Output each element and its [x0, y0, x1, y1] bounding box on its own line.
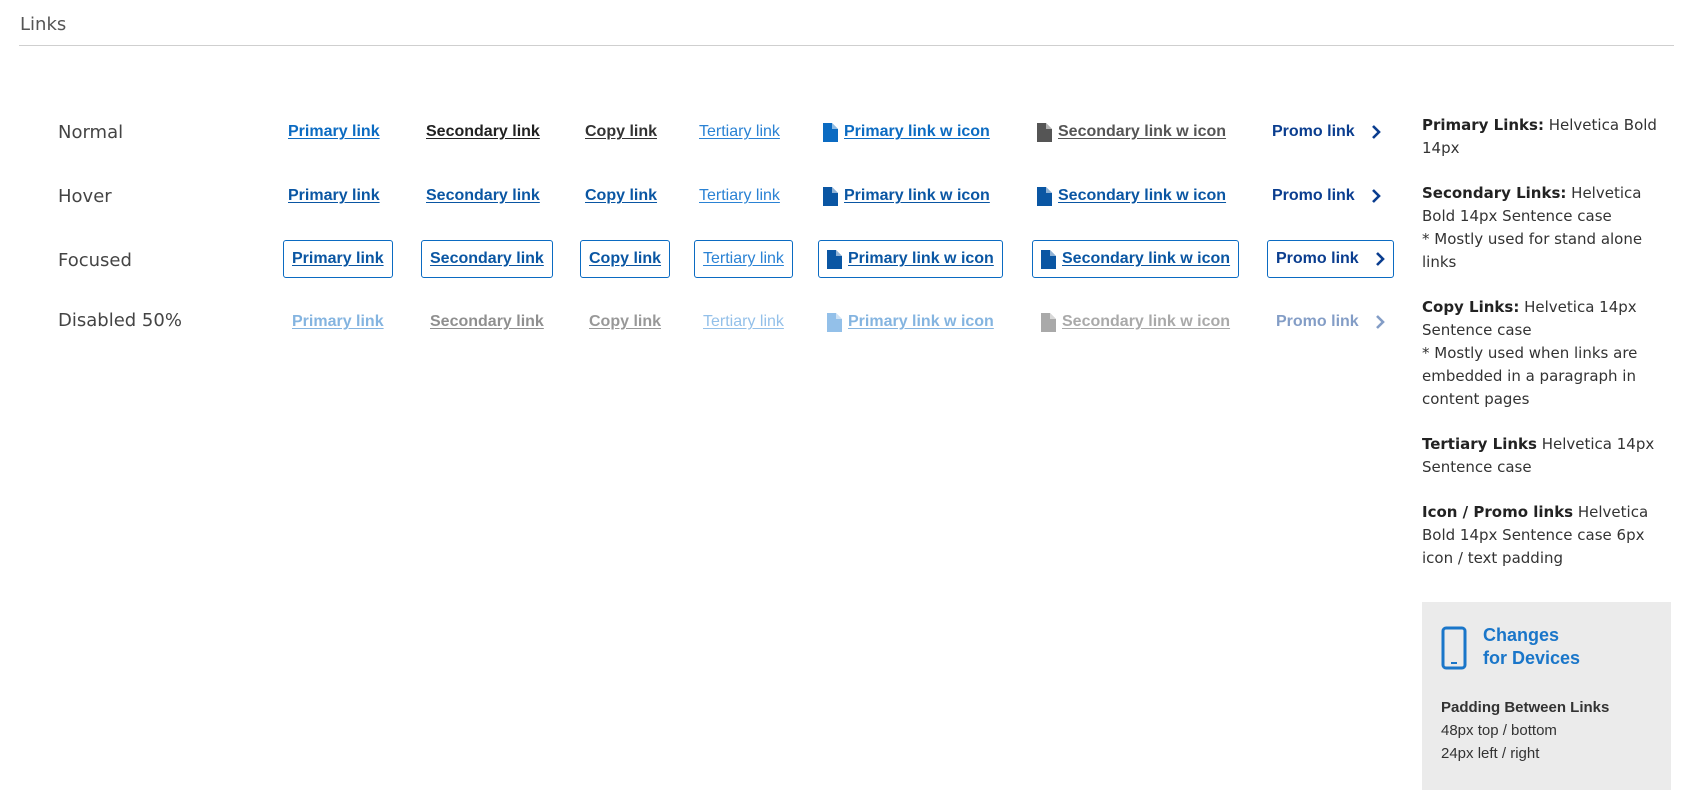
document-icon — [823, 122, 838, 142]
link-label: Promo link — [1276, 250, 1359, 267]
tertiary-link-normal[interactable]: Tertiary link — [699, 122, 780, 142]
link-label: Tertiary link — [703, 313, 784, 330]
link-label: Primary link w icon — [848, 250, 994, 267]
document-icon — [1041, 249, 1056, 269]
tertiary-link-focused[interactable]: Tertiary link — [694, 240, 793, 278]
link-label: Secondary link w icon — [1058, 123, 1227, 140]
link-label: Primary link w icon — [844, 123, 990, 140]
state-label-normal: Normal — [58, 122, 124, 143]
note-label: Icon / Promo links — [1422, 503, 1574, 521]
copy-link-normal[interactable]: Copy link — [585, 122, 657, 142]
state-label-disabled: Disabled 50% — [58, 310, 182, 331]
page-title: Links — [20, 14, 67, 35]
note-label: Copy Links: — [1422, 298, 1520, 316]
link-label: Secondary link — [430, 250, 544, 267]
secondary-icon-link-disabled[interactable]: Secondary link w icon — [1041, 312, 1230, 332]
note-label: Tertiary Links — [1422, 435, 1537, 453]
notes-panel: Primary Links: Helvetica Bold 14px Secon… — [1422, 114, 1672, 592]
primary-link-focused[interactable]: Primary link — [283, 240, 393, 278]
devices-header: Changes for Devices — [1441, 624, 1652, 670]
chevron-right-icon — [1375, 315, 1385, 329]
devices-title-line1: Changes — [1483, 625, 1560, 645]
tertiary-link-disabled[interactable]: Tertiary link — [703, 312, 784, 332]
document-icon — [827, 312, 842, 332]
promo-link-focused[interactable]: Promo link — [1267, 240, 1394, 278]
secondary-icon-link-normal[interactable]: Secondary link w icon — [1037, 122, 1226, 142]
copy-link-hover[interactable]: Copy link — [585, 186, 657, 206]
devices-title-line2: for Devices — [1483, 648, 1581, 668]
primary-icon-link-disabled[interactable]: Primary link w icon — [827, 312, 994, 332]
link-label: Copy link — [589, 313, 662, 330]
secondary-link-hover[interactable]: Secondary link — [426, 186, 540, 206]
document-icon — [827, 249, 842, 269]
chevron-right-icon — [1371, 189, 1381, 203]
secondary-link-normal[interactable]: Secondary link — [426, 122, 540, 142]
devices-subheading: Padding Between Links — [1441, 699, 1610, 716]
link-label: Copy link — [585, 187, 658, 204]
note-extra: * Mostly used when links are embedded in… — [1422, 344, 1638, 408]
chevron-right-icon — [1371, 125, 1381, 139]
link-label: Primary link — [288, 123, 380, 140]
devices-line-1: 48px top / bottom — [1441, 722, 1557, 739]
link-label: Secondary link w icon — [1058, 187, 1227, 204]
devices-title: Changes for Devices — [1483, 624, 1580, 670]
note-icon-promo: Icon / Promo links Helvetica Bold 14px S… — [1422, 501, 1672, 570]
link-label: Promo link — [1272, 123, 1355, 140]
note-copy: Copy Links: Helvetica 14px Sentence case… — [1422, 296, 1672, 411]
secondary-icon-link-focused[interactable]: Secondary link w icon — [1032, 240, 1240, 278]
promo-link-normal[interactable]: Promo link — [1272, 122, 1381, 142]
secondary-link-disabled[interactable]: Secondary link — [430, 312, 544, 332]
link-label: Copy link — [589, 250, 662, 267]
document-icon — [823, 186, 838, 206]
state-label-focused: Focused — [58, 250, 132, 271]
secondary-icon-link-hover[interactable]: Secondary link w icon — [1037, 186, 1226, 206]
note-primary: Primary Links: Helvetica Bold 14px — [1422, 114, 1672, 160]
document-icon — [1041, 312, 1056, 332]
link-label: Secondary link w icon — [1062, 250, 1231, 267]
primary-icon-link-focused[interactable]: Primary link w icon — [818, 240, 1003, 278]
state-label-hover: Hover — [58, 186, 112, 207]
promo-link-hover[interactable]: Promo link — [1272, 186, 1381, 206]
note-label: Secondary Links: — [1422, 184, 1567, 202]
copy-link-focused[interactable]: Copy link — [580, 240, 671, 278]
promo-link-disabled[interactable]: Promo link — [1276, 312, 1385, 332]
document-icon — [1037, 122, 1052, 142]
chevron-right-icon — [1375, 252, 1385, 266]
link-label: Tertiary link — [699, 187, 780, 204]
link-label: Primary link — [292, 250, 384, 267]
primary-icon-link-normal[interactable]: Primary link w icon — [823, 122, 990, 142]
link-label: Secondary link — [430, 313, 544, 330]
devices-body: Padding Between Links 48px top / bottom … — [1441, 696, 1652, 765]
secondary-link-focused[interactable]: Secondary link — [421, 240, 553, 278]
document-icon — [1037, 186, 1052, 206]
phone-icon — [1441, 626, 1467, 670]
link-label: Primary link — [288, 187, 380, 204]
note-secondary: Secondary Links: Helvetica Bold 14px Sen… — [1422, 182, 1672, 274]
link-label: Primary link w icon — [848, 313, 994, 330]
primary-link-disabled[interactable]: Primary link — [292, 312, 384, 332]
primary-icon-link-hover[interactable]: Primary link w icon — [823, 186, 990, 206]
link-label: Primary link — [292, 313, 384, 330]
link-label: Secondary link — [426, 187, 540, 204]
link-label: Promo link — [1272, 187, 1355, 204]
tertiary-link-hover[interactable]: Tertiary link — [699, 186, 780, 206]
link-label: Secondary link — [426, 123, 540, 140]
link-label: Promo link — [1276, 313, 1359, 330]
link-label: Copy link — [585, 123, 658, 140]
primary-link-hover[interactable]: Primary link — [288, 186, 380, 206]
link-label: Primary link w icon — [844, 187, 990, 204]
primary-link-normal[interactable]: Primary link — [288, 122, 380, 142]
note-label: Primary Links: — [1422, 116, 1544, 134]
note-extra: * Mostly used for stand alone links — [1422, 230, 1643, 271]
title-divider — [19, 45, 1674, 46]
note-tertiary: Tertiary Links Helvetica 14px Sentence c… — [1422, 433, 1672, 479]
devices-line-2: 24px left / right — [1441, 745, 1540, 762]
link-label: Secondary link w icon — [1062, 313, 1231, 330]
devices-panel: Changes for Devices Padding Between Link… — [1422, 602, 1671, 790]
copy-link-disabled[interactable]: Copy link — [589, 312, 661, 332]
link-label: Tertiary link — [699, 123, 780, 140]
link-label: Tertiary link — [703, 250, 784, 267]
